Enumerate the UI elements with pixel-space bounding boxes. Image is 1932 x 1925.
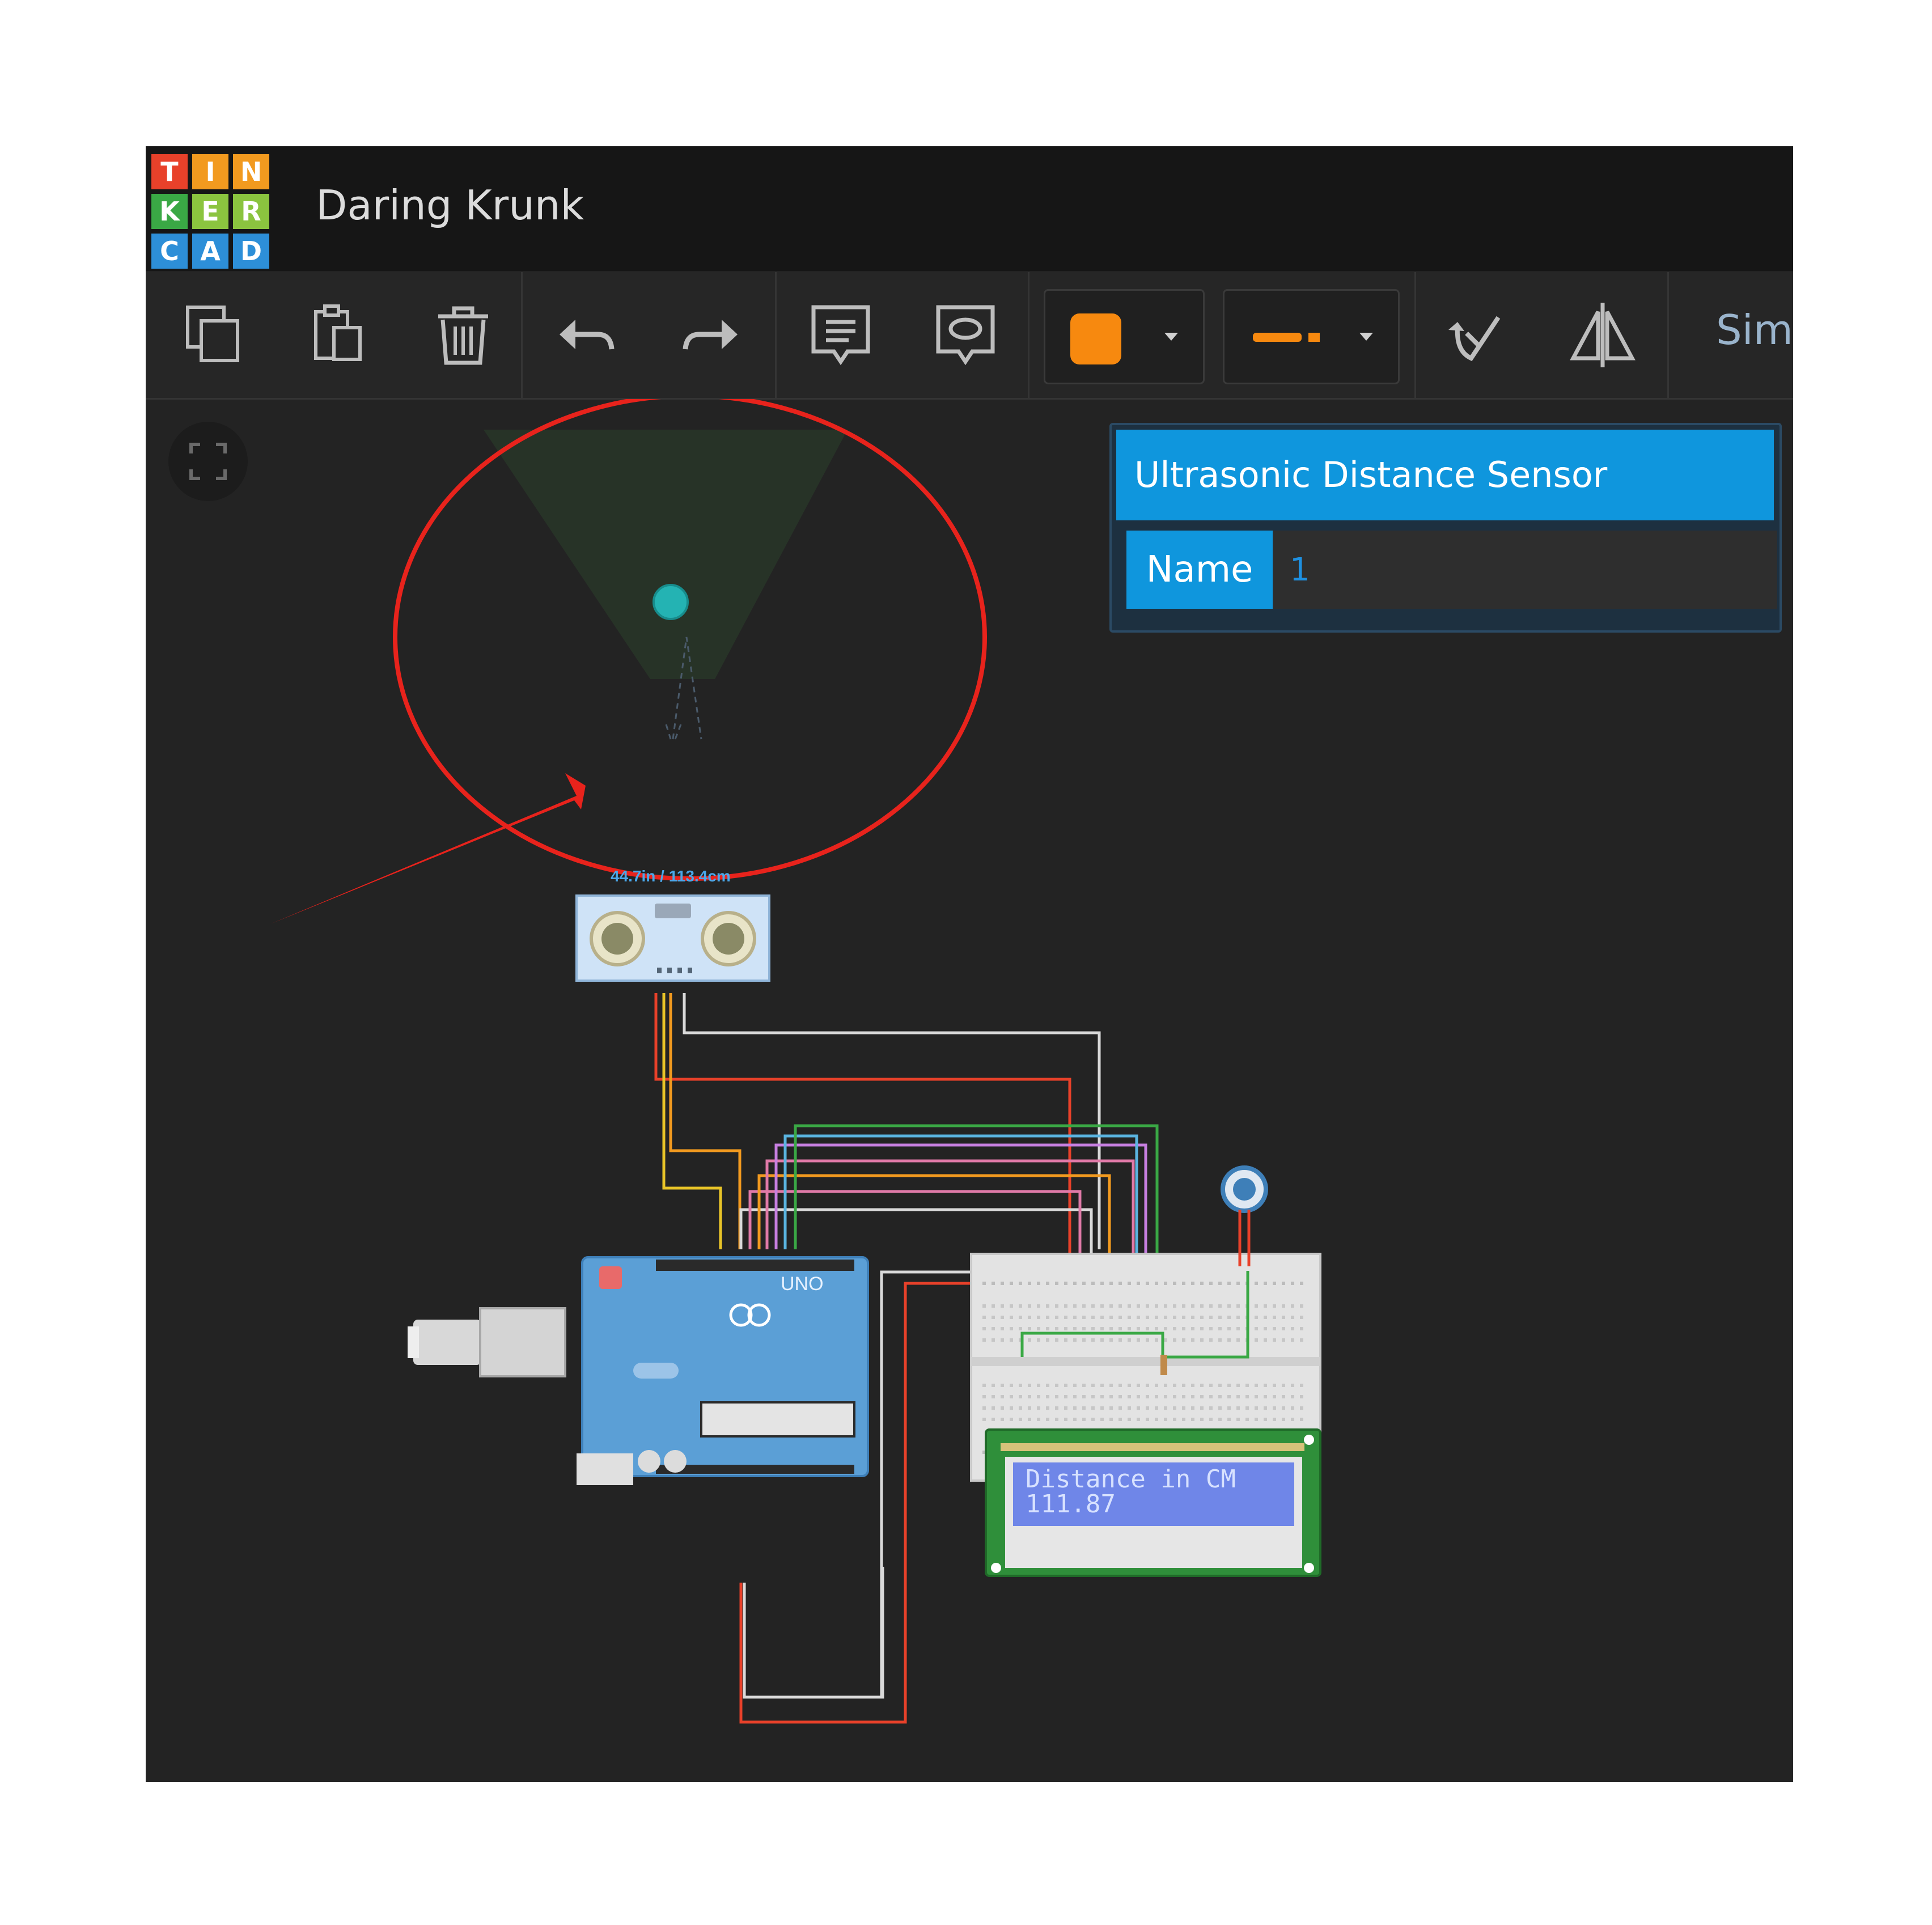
- tinkercad-logo[interactable]: T I N K E R C A D: [151, 154, 272, 269]
- logo-letter: D: [233, 234, 269, 269]
- chevron-down-icon: [1359, 333, 1373, 341]
- chevron-down-icon: [1164, 333, 1178, 341]
- copy-icon[interactable]: [174, 295, 253, 374]
- potentiometer[interactable]: [1221, 1165, 1268, 1266]
- wire-icon: [1253, 333, 1302, 342]
- logo-letter: K: [151, 194, 188, 229]
- start-simulation-button[interactable]: Sim: [1716, 306, 1793, 354]
- rotate-icon[interactable]: [1437, 295, 1516, 374]
- undo-icon[interactable]: [548, 295, 628, 374]
- delete-icon[interactable]: [423, 295, 503, 374]
- inspector-title: Ultrasonic Distance Sensor: [1116, 430, 1774, 520]
- name-field-row: Name: [1126, 531, 1777, 609]
- logo-letter: T: [151, 154, 188, 189]
- toolbar-divider: [775, 272, 777, 398]
- flip-icon[interactable]: [1563, 295, 1642, 374]
- lcd-screen-text: Distance in CM 111.87: [1026, 1467, 1252, 1517]
- lcd-line-1: Distance in CM: [1026, 1465, 1236, 1494]
- toolbar-divider: [1414, 272, 1416, 398]
- pointer-arrow: [270, 773, 586, 924]
- paste-icon[interactable]: [299, 295, 378, 374]
- logo-letter: E: [192, 194, 228, 229]
- fit-view-button[interactable]: [168, 422, 248, 501]
- annotation-icon[interactable]: [926, 295, 1005, 374]
- toolbar-divider: [1028, 272, 1029, 398]
- sensor-range-cone: [484, 430, 848, 679]
- workplane-canvas[interactable]: 44.7in / 113.4cm UNO Distance in CM 111.8…: [146, 399, 1793, 1782]
- logo-letter: C: [151, 234, 188, 269]
- name-label: Name: [1126, 531, 1273, 609]
- usb-cable: [413, 1320, 481, 1365]
- notes-icon[interactable]: [801, 295, 880, 374]
- wire-type-picker[interactable]: [1223, 289, 1400, 384]
- color-picker[interactable]: [1044, 289, 1205, 384]
- ultrasonic-sensor[interactable]: [575, 894, 770, 982]
- redo-icon[interactable]: [670, 295, 749, 374]
- toolbar: Sim: [146, 272, 1793, 400]
- design-title[interactable]: Daring Krunk: [316, 181, 584, 229]
- lcd-line-2: 111.87: [1026, 1490, 1116, 1519]
- toolbar-divider: [1667, 272, 1669, 398]
- component-inspector: Ultrasonic Distance Sensor Name: [1109, 423, 1782, 633]
- logo-letter: I: [192, 154, 228, 189]
- logo-letter: A: [192, 234, 228, 269]
- toolbar-divider: [521, 272, 523, 398]
- color-swatch: [1070, 313, 1121, 364]
- name-input[interactable]: [1273, 531, 1777, 609]
- board-label: UNO: [781, 1273, 824, 1295]
- target-object[interactable]: [653, 584, 689, 620]
- logo-letter: R: [233, 194, 269, 229]
- logo-letter: N: [233, 154, 269, 189]
- title-bar: T I N K E R C A D Daring Krunk: [146, 146, 1793, 271]
- expand-icon: [189, 443, 227, 480]
- sensor-reading: 44.7in / 113.4cm: [611, 867, 731, 885]
- tinkercad-window: T I N K E R C A D Daring Krunk Sim 44.7i…: [146, 146, 1793, 1782]
